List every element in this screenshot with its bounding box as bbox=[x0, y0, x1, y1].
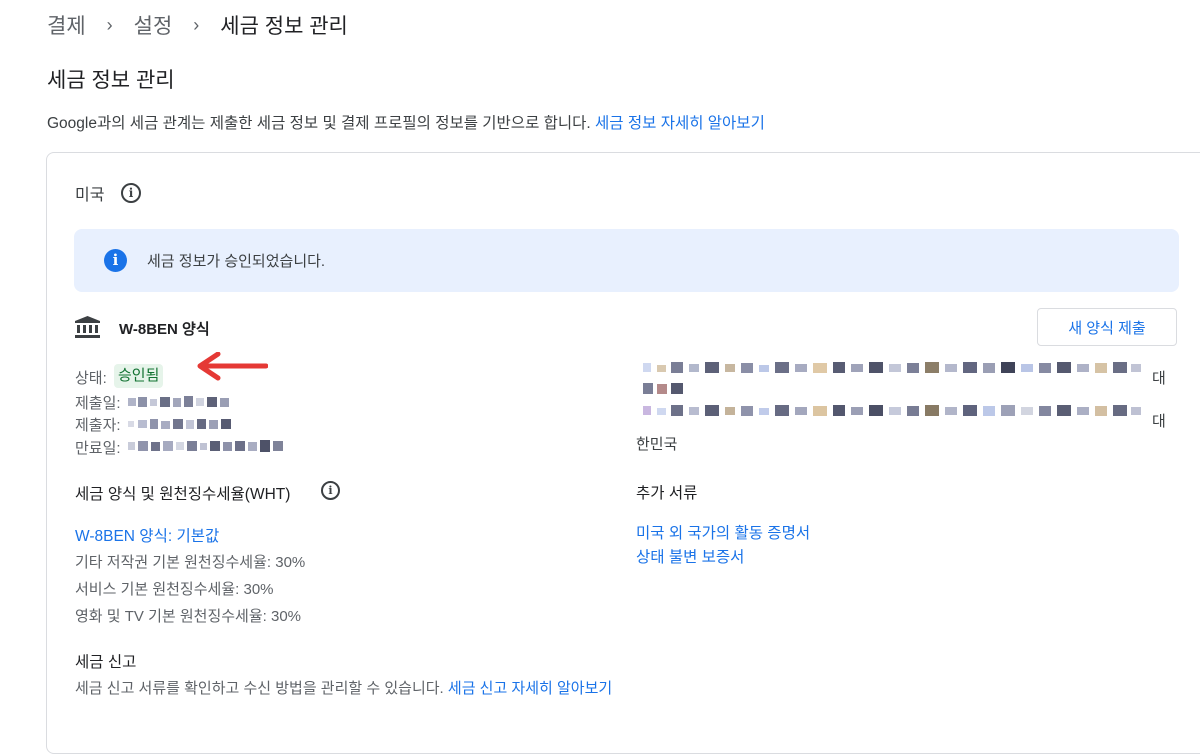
tax-info-learn-more-link[interactable]: 세금 정보 자세히 알아보기 bbox=[595, 115, 765, 132]
rate-film-tv: 영화 및 TV 기본 원천징수세율: 30% bbox=[75, 608, 301, 625]
info-icon[interactable]: i bbox=[321, 481, 340, 500]
annotation-arrow-icon bbox=[197, 352, 268, 381]
info-icon[interactable]: i bbox=[121, 183, 141, 203]
breadcrumb-item-current: 세금 정보 관리 bbox=[220, 15, 348, 38]
address-suffix-2: 대 bbox=[1152, 413, 1166, 430]
redacted-address-line-3 bbox=[643, 405, 1141, 416]
page-title: 세금 정보 관리 bbox=[47, 69, 175, 92]
approval-banner: i 세금 정보가 승인되었습니다. bbox=[74, 229, 1179, 292]
chevron-right-icon: › bbox=[193, 14, 200, 35]
rate-royalties: 기타 저작권 기본 원천징수세율: 30% bbox=[75, 554, 306, 571]
submit-new-form-button[interactable]: 새 양식 제출 bbox=[1037, 308, 1177, 346]
tax-report-learn-more-link[interactable]: 세금 신고 자세히 알아보기 bbox=[448, 680, 612, 697]
intro-text: Google과의 세금 관계는 제출한 세금 정보 및 결제 프로필의 정보를 … bbox=[47, 111, 765, 133]
status-label: 상태: bbox=[75, 370, 107, 387]
redacted-expiry-date bbox=[128, 440, 283, 452]
breadcrumb-item-billing[interactable]: 결제 bbox=[47, 10, 86, 40]
redacted-address-line-1 bbox=[643, 362, 1141, 373]
foreign-activity-certificate-link[interactable]: 미국 외 국가의 활동 증명서 bbox=[636, 521, 810, 543]
form-title: W-8BEN 양식 bbox=[119, 321, 210, 338]
wht-section-title: 세금 양식 및 원천징수세율(WHT) bbox=[75, 486, 291, 503]
intro-description: Google과의 세금 관계는 제출한 세금 정보 및 결제 프로필의 정보를 … bbox=[47, 115, 591, 132]
tax-report-text: 세금 신고 서류를 확인하고 수신 방법을 관리할 수 있습니다. 세금 신고 … bbox=[75, 677, 612, 698]
tax-report-title: 세금 신고 bbox=[75, 654, 137, 671]
submitter-label: 제출자: bbox=[75, 417, 121, 434]
chevron-right-icon: › bbox=[106, 14, 113, 35]
country-title: 미국 bbox=[75, 187, 105, 204]
rate-services: 서비스 기본 원천징수세율: 30% bbox=[75, 581, 274, 598]
bank-icon bbox=[75, 316, 100, 338]
expiry-date-label: 만료일: bbox=[75, 440, 121, 457]
breadcrumb-item-settings[interactable]: 설정 bbox=[134, 10, 173, 40]
address-country: 한민국 bbox=[636, 436, 678, 453]
no-change-certificate-link[interactable]: 상태 불변 보증서 bbox=[636, 545, 744, 567]
status-badge: 승인됨 bbox=[114, 364, 164, 388]
tax-report-description: 세금 신고 서류를 확인하고 수신 방법을 관리할 수 있습니다. bbox=[75, 680, 444, 697]
extra-docs-title: 추가 서류 bbox=[636, 485, 698, 502]
breadcrumb: 결제 › 설정 › 세금 정보 관리 bbox=[47, 10, 348, 40]
redacted-address-line-2 bbox=[643, 383, 683, 394]
submitted-date-label: 제출일: bbox=[75, 395, 121, 412]
redacted-submitter bbox=[128, 419, 231, 429]
address-suffix-1: 대 bbox=[1152, 370, 1166, 387]
redacted-submitted-date bbox=[128, 396, 229, 407]
w8ben-form-link[interactable]: W-8BEN 양식: 기본값 bbox=[75, 524, 219, 546]
info-filled-icon: i bbox=[104, 249, 127, 272]
banner-message: 세금 정보가 승인되었습니다. bbox=[147, 253, 326, 270]
